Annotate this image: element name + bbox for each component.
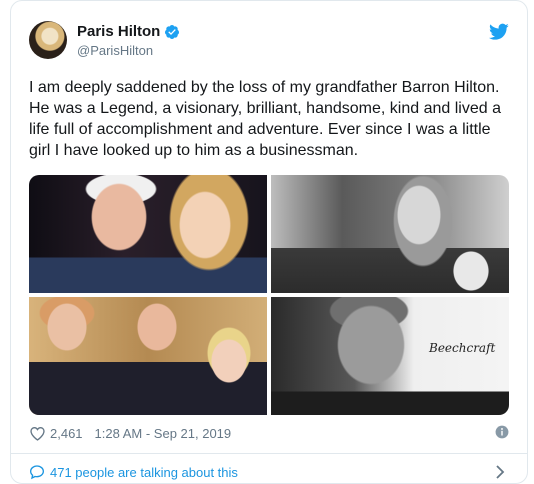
author-display-name[interactable]: Paris Hilton — [77, 23, 160, 40]
divider — [11, 453, 527, 454]
speech-bubble-icon — [29, 465, 45, 480]
tweet-text: I am deeply saddened by the loss of my g… — [29, 79, 501, 159]
tweet-header: Paris Hilton @ParisHilton — [29, 21, 509, 61]
info-circle-icon[interactable] — [495, 425, 509, 439]
conversation-count-label[interactable]: 471 people are talking about this — [50, 465, 238, 480]
author-name-row[interactable]: Paris Hilton — [77, 23, 180, 40]
photo-family-portrait[interactable] — [29, 297, 267, 415]
author-handle[interactable]: @ParisHilton — [77, 43, 153, 58]
verified-badge-icon — [165, 24, 180, 39]
heart-outline-icon[interactable] — [29, 426, 46, 441]
conversation-link[interactable]: 471 people are talking about this — [29, 461, 509, 483]
chevron-right-icon[interactable] — [495, 465, 505, 479]
like-count[interactable]: 2,461 — [50, 426, 83, 441]
tweet-timestamp[interactable]: 1:28 AM - Sep 21, 2019 — [95, 426, 232, 441]
media-grid[interactable]: Beechcraft — [29, 175, 509, 415]
beechcraft-watermark: Beechcraft — [429, 341, 496, 355]
photo-black-white-living-room[interactable] — [271, 175, 509, 293]
author-avatar[interactable] — [29, 21, 67, 59]
photo-grandfather-granddaughter[interactable] — [29, 175, 267, 293]
photo-pilot-portrait[interactable]: Beechcraft — [271, 297, 509, 415]
twitter-bird-icon[interactable] — [489, 23, 509, 41]
tweet-stats: 2,461 1:28 AM - Sep 21, 2019 — [29, 423, 509, 443]
tweet-card[interactable]: Paris Hilton @ParisHilton I am deeply sa… — [10, 0, 528, 484]
